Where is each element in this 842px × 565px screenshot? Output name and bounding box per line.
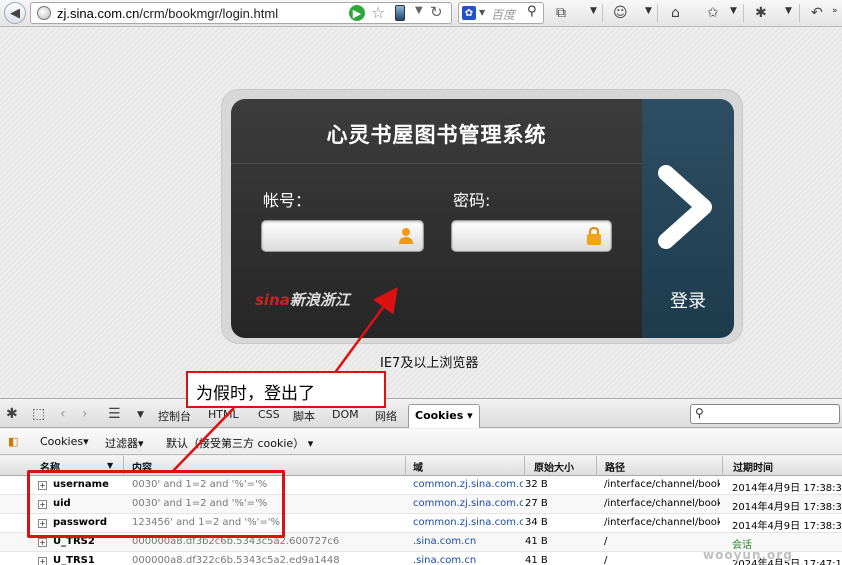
arrow-to-login-form <box>332 286 398 375</box>
annotation-arrows <box>171 286 398 473</box>
annotation-callout-text: 为假时，登出了 <box>196 384 315 404</box>
arrow-to-cookies <box>171 407 235 473</box>
annotation-callout: 为假时，登出了 <box>186 371 386 408</box>
watermark: wooyun.org <box>703 548 793 562</box>
